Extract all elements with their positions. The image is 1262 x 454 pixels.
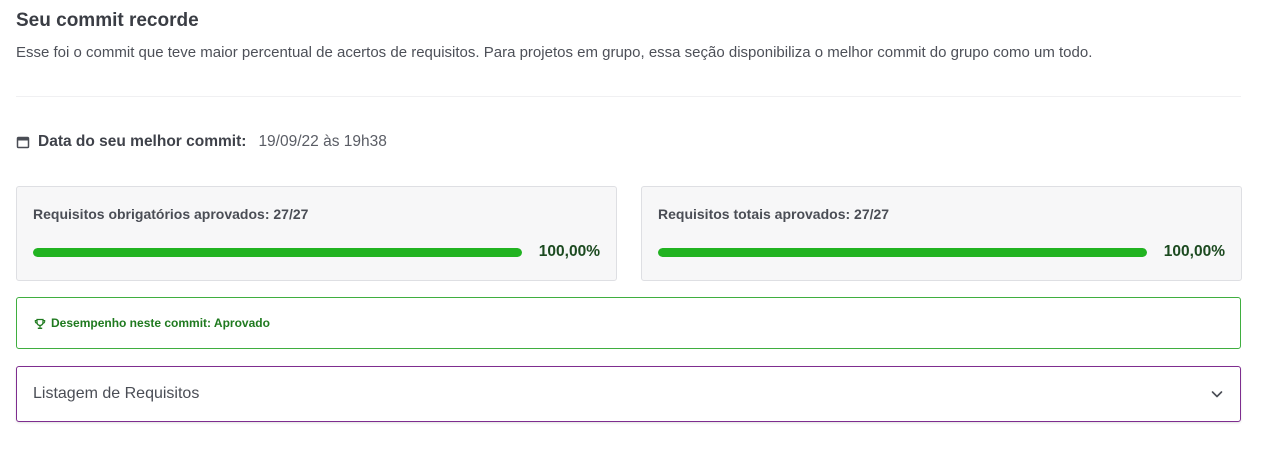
mandatory-progress-bar bbox=[33, 248, 522, 257]
total-progress-bar bbox=[658, 248, 1147, 257]
performance-status-text: Desempenho neste commit: Aprovado bbox=[51, 316, 270, 330]
total-requirements-label: Requisitos totais aprovados: 27/27 bbox=[658, 206, 890, 222]
trophy-icon bbox=[34, 317, 46, 330]
performance-status-box: Desempenho neste commit: Aprovado bbox=[16, 297, 1241, 349]
requirements-list-label: Listagem de Requisitos bbox=[33, 385, 200, 402]
best-commit-label: Data do seu melhor commit: bbox=[38, 133, 247, 150]
best-commit-date-row: Data do seu melhor commit: 19/09/22 às 1… bbox=[16, 132, 387, 152]
mandatory-progress-fill bbox=[33, 248, 522, 257]
total-progress-fill bbox=[658, 248, 1147, 257]
section-subtitle: Esse foi o commit que teve maior percent… bbox=[16, 44, 1093, 61]
total-requirements-card: Requisitos totais aprovados: 27/27 100,0… bbox=[641, 186, 1242, 281]
requirements-list-accordion[interactable]: Listagem de Requisitos bbox=[16, 366, 1241, 422]
divider bbox=[16, 96, 1241, 97]
calendar-icon bbox=[16, 135, 30, 149]
chevron-down-icon[interactable] bbox=[1210, 387, 1224, 401]
mandatory-progress-percent: 100,00% bbox=[538, 243, 600, 260]
mandatory-requirements-card: Requisitos obrigatórios aprovados: 27/27… bbox=[16, 186, 617, 281]
total-progress-percent: 100,00% bbox=[1163, 243, 1225, 260]
mandatory-requirements-label: Requisitos obrigatórios aprovados: 27/27 bbox=[33, 206, 309, 222]
section-title: Seu commit recorde bbox=[16, 10, 199, 31]
best-commit-value: 19/09/22 às 19h38 bbox=[258, 133, 387, 150]
